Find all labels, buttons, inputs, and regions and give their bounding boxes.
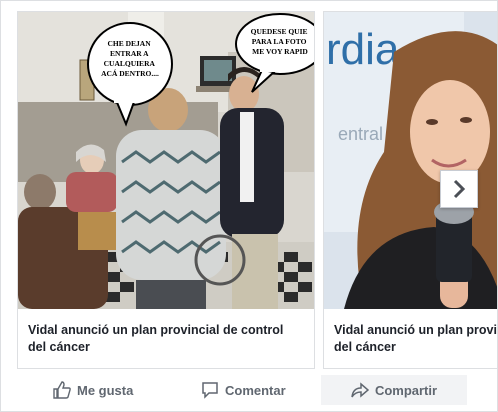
card-image[interactable]: CHE DEJAN ENTRAR A CUALQUIERA ACÁ DENTRO… [18,12,314,309]
link-carousel: CHE DEJAN ENTRAR A CUALQUIERA ACÁ DENTRO… [17,11,497,371]
carousel-card[interactable]: CHE DEJAN ENTRAR A CUALQUIERA ACÁ DENTRO… [17,11,315,369]
bubble-right-line: QUEDESE QUIE [251,27,308,36]
comment-button[interactable]: Comentar [201,375,286,405]
thumbs-up-icon [53,381,71,399]
chevron-right-icon [453,179,466,199]
bubble-left-line: CHE DEJAN [107,39,151,48]
card-caption[interactable]: Vidal anunció un plan provincial de cont… [28,322,304,356]
card-image[interactable]: rdia entral [324,12,497,309]
comment-label: Comentar [225,382,286,398]
like-label: Me gusta [77,382,134,398]
share-button[interactable]: Compartir [321,375,467,405]
banner-subtext: entral [338,124,383,144]
banner-text: rdia [326,25,400,74]
share-arrow-icon [351,382,369,398]
card-caption[interactable]: Vidal anunció un plan provincial de cont… [334,322,497,356]
like-button[interactable]: Me gusta [53,375,133,405]
share-label: Compartir [374,382,438,398]
carousel-next-button[interactable] [440,170,478,208]
svg-text:QUEDESE QUIE PARA: QUEDESE QUIE PARA LA FOTO ME VOY RAPID [251,27,310,56]
bubble-left-line: CUALQUIERA [104,59,156,68]
bubble-right-line: PARA LA FOTO [252,37,307,46]
post-actions-bar: Me gusta Comentar Compartir [1,373,498,407]
bubble-right-line: ME VOY RAPID [252,47,308,56]
bubble-left-line: ACÁ DENTRO.... [101,68,159,78]
svg-text:CHE DEJAN ENTRAR A: CHE DEJAN ENTRAR A CUALQUIERA ACÁ DENTRO… [101,39,159,78]
post-frame: CHE DEJAN ENTRAR A CUALQUIERA ACÁ DENTRO… [0,0,498,412]
bubble-left-line: ENTRAR A [110,49,149,58]
comment-icon [202,382,218,399]
